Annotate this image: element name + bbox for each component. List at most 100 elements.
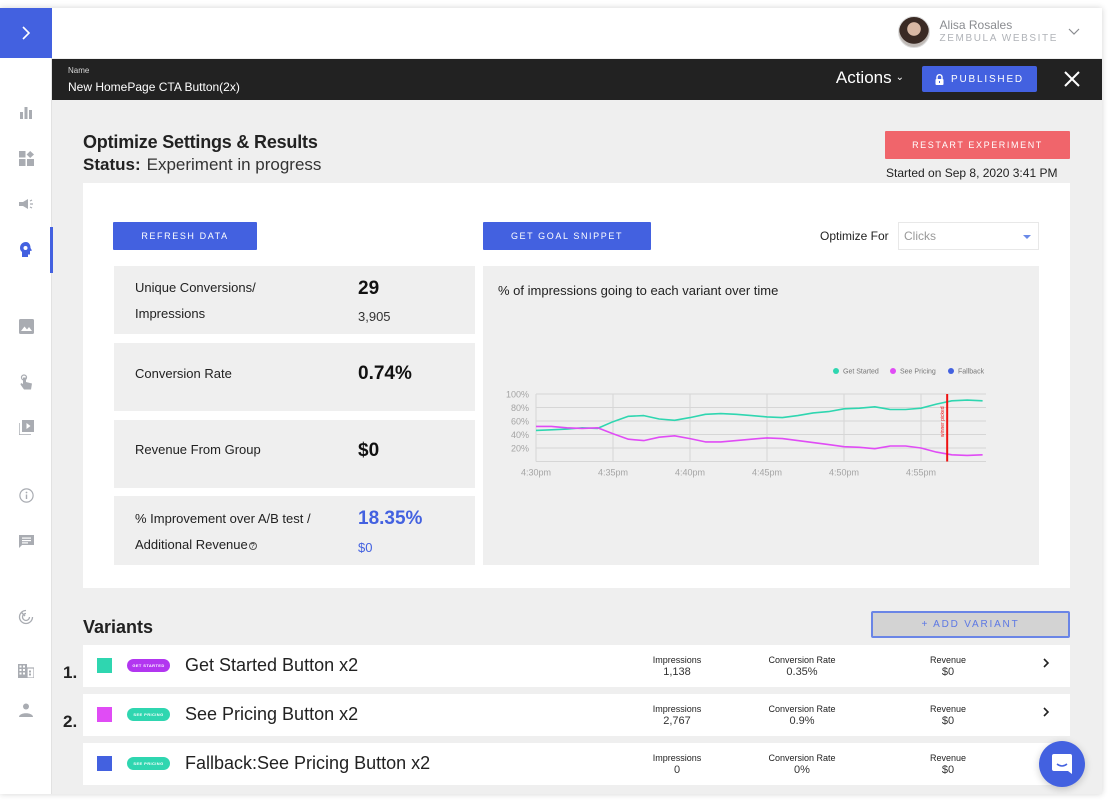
metric-label: Impressions: [652, 704, 702, 714]
sidebar-item-optimize[interactable]: [0, 227, 53, 273]
legend-marker: [833, 368, 839, 374]
chevron-right-icon[interactable]: [1042, 705, 1050, 721]
sidebar-item-interactions[interactable]: [0, 367, 52, 397]
metric-value: 0.35%: [786, 666, 818, 678]
refresh-data-button[interactable]: REFRESH DATA: [113, 222, 257, 250]
add-variant-button[interactable]: + ADD VARIANT: [871, 611, 1070, 638]
optimize-for-label: Optimize For: [820, 229, 889, 243]
status-line: Status: Experiment in progress: [83, 155, 321, 175]
get-goal-snippet-button[interactable]: GET GOAL SNIPPET: [483, 222, 651, 250]
legend-label: See Pricing: [900, 369, 936, 376]
variant-preview-pill: SEE PRICING: [127, 757, 170, 770]
x-tick-label: 4:35pm: [598, 468, 628, 478]
variant-preview-pill: SEE PRICING: [127, 708, 170, 721]
stat-label: Conversion Rate: [135, 366, 232, 381]
sidebar-item-video[interactable]: [0, 412, 52, 442]
chevron-down-icon: [1068, 28, 1080, 35]
stat-label: Impressions: [135, 306, 206, 321]
user-menu[interactable]: Alisa Rosales ZEMBULA WEBSITE: [897, 16, 1080, 48]
series-line-get-started: [535, 399, 983, 432]
stat-label-text: Additional Revenue: [135, 537, 248, 552]
sidebar-item-info[interactable]: [0, 480, 52, 510]
metric-value: $0: [941, 666, 955, 678]
variant-color-swatch: [97, 658, 112, 673]
variant-row[interactable]: GET STARTED Get Started Button x2 Impres…: [83, 645, 1070, 687]
stat-label: Unique Conversions/: [135, 280, 256, 295]
metric-label: Conversion Rate: [768, 655, 836, 665]
conversion-rate-value: 0.74%: [358, 363, 412, 384]
stat-label: Additional Revenue?: [135, 537, 257, 552]
stat-card-conversions: Unique Conversions/ Impressions 29 3,905: [114, 266, 475, 334]
caret-down-icon: [1023, 235, 1031, 239]
variant-row[interactable]: SEE PRICING Fallback:See Pricing Button …: [83, 743, 1070, 785]
metric-value: 1,138: [663, 666, 691, 678]
variant-impressions: Impressions 1,138: [617, 654, 737, 678]
radar-icon: [18, 609, 34, 625]
x-tick-label: 4:40pm: [675, 468, 705, 478]
variant-name: See Pricing Button x2: [185, 704, 359, 724]
status-label: Status:: [83, 155, 141, 174]
sidebar-expand-button[interactable]: [0, 8, 52, 58]
sidebar-item-campaigns[interactable]: [0, 189, 52, 219]
legend-label: Get Started: [843, 369, 879, 376]
variant-name: Get Started Button x2: [185, 655, 359, 675]
video-library-icon: [18, 419, 34, 435]
stat-label: % Improvement over A/B test /: [135, 511, 311, 526]
close-button[interactable]: [1064, 66, 1080, 93]
actions-menu-button[interactable]: Actions ⌄: [836, 68, 904, 88]
actions-label: Actions: [835, 68, 892, 87]
brain-bulb-icon: [20, 242, 32, 257]
y-tick-label: 40%: [511, 430, 529, 440]
restart-experiment-button[interactable]: RESTART EXPERIMENT: [885, 131, 1070, 159]
variant-conversion-rate: Conversion Rate 0.9%: [742, 703, 862, 727]
conversions-value: 29: [358, 278, 380, 299]
sidebar-item-tracking[interactable]: [0, 602, 52, 632]
help-icon[interactable]: ?: [248, 542, 257, 550]
metric-value: 0.9%: [789, 715, 815, 727]
metric-label: Impressions: [652, 753, 702, 763]
started-timestamp: Started on Sep 8, 2020 3:41 PM: [886, 166, 1058, 180]
metric-label: Conversion Rate: [768, 753, 836, 763]
page-title: Optimize Settings & Results: [83, 132, 318, 152]
published-label: PUBLISHED: [951, 73, 1024, 85]
optimize-for-value: Clicks: [904, 229, 936, 243]
metric-label: Conversion Rate: [768, 704, 836, 714]
chart-canvas: 20% 40% 60% 80% 100% 4:30pm 4:35pm 4:40pm 4:45pm…: [506, 368, 986, 478]
sidebar-item-analytics[interactable]: [0, 97, 52, 127]
chevron-right-icon[interactable]: [1042, 656, 1050, 672]
stat-card-conversion-rate: Conversion Rate 0.74%: [114, 343, 475, 411]
results-panel: REFRESH DATA GET GOAL SNIPPET Optimize F…: [83, 183, 1070, 588]
metric-label: Revenue: [929, 655, 967, 665]
user-name: Alisa Rosales: [939, 18, 1013, 32]
experiment-header: Name New HomePage CTA Button(2x) Actions…: [52, 59, 1102, 100]
close-icon: [1064, 71, 1080, 87]
bar-chart-icon: [20, 107, 32, 119]
lock-icon: [935, 73, 944, 85]
stat-card-revenue: Revenue From Group $0: [114, 420, 475, 488]
top-bar: Alisa Rosales ZEMBULA WEBSITE: [52, 8, 1102, 58]
chat-launcher-button[interactable]: [1039, 741, 1085, 787]
avatar: [897, 16, 930, 48]
metric-value: 0%: [794, 764, 810, 776]
sidebar-item-messages[interactable]: [0, 526, 52, 556]
chevron-down-icon: ⌄: [895, 72, 904, 83]
sidebar-item-dashboard[interactable]: [0, 143, 52, 173]
sidebar-item-profile[interactable]: [0, 695, 52, 725]
sidebar-item-organization[interactable]: [0, 656, 52, 686]
sidebar-item-images[interactable]: [0, 311, 52, 341]
published-button[interactable]: PUBLISHED: [922, 66, 1037, 92]
metric-label: Revenue: [929, 753, 967, 763]
revenue-value: $0: [358, 440, 380, 461]
optimize-for-select[interactable]: Clicks: [898, 222, 1039, 250]
name-label: Name: [68, 66, 90, 75]
variant-revenue: Revenue $0: [888, 752, 1008, 776]
y-tick-label: 20%: [511, 444, 529, 454]
variant-rank: 2.: [63, 712, 78, 731]
image-icon: [18, 318, 34, 334]
x-tick-label: 4:50pm: [829, 468, 859, 478]
user-org: ZEMBULA WEBSITE: [939, 33, 1058, 44]
variant-row[interactable]: SEE PRICING See Pricing Button x2 Impres…: [83, 694, 1070, 736]
metric-value: $0: [941, 715, 955, 727]
experiment-name[interactable]: New HomePage CTA Button(2x): [68, 80, 240, 94]
variant-color-swatch: [97, 707, 112, 722]
